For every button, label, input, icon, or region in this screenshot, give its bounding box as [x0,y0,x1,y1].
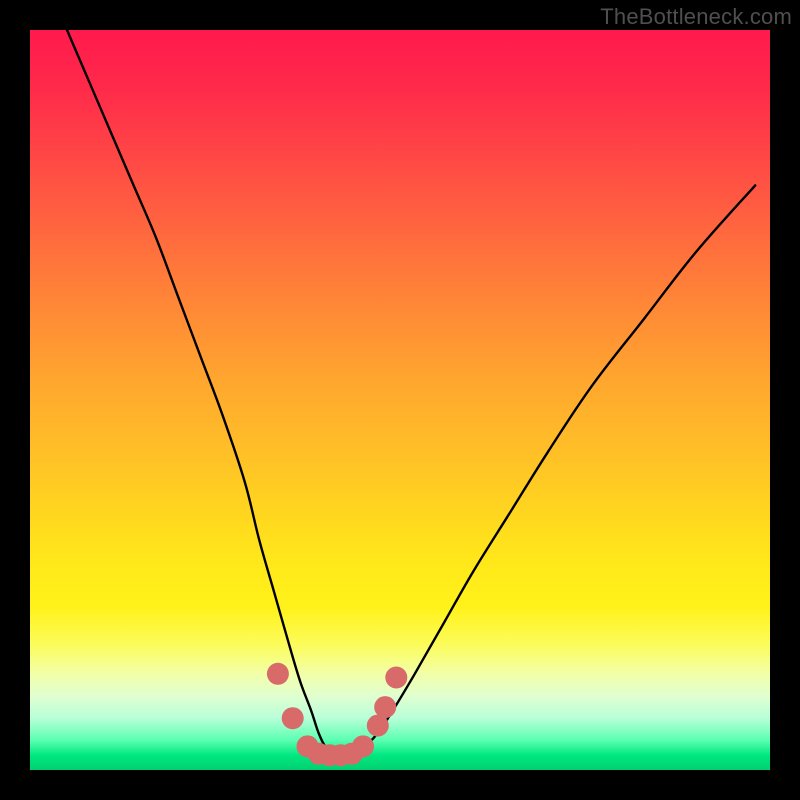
watermark-text: TheBottleneck.com [600,4,792,30]
bottleneck-curve-svg [30,30,770,770]
curve-marker [385,667,407,689]
curve-marker [352,735,374,757]
bottleneck-curve [67,30,755,755]
curve-marker [374,696,396,718]
curve-marker [267,663,289,685]
plot-area [30,30,770,770]
chart-frame: TheBottleneck.com [0,0,800,800]
curve-markers [267,663,407,766]
curve-marker [282,707,304,729]
